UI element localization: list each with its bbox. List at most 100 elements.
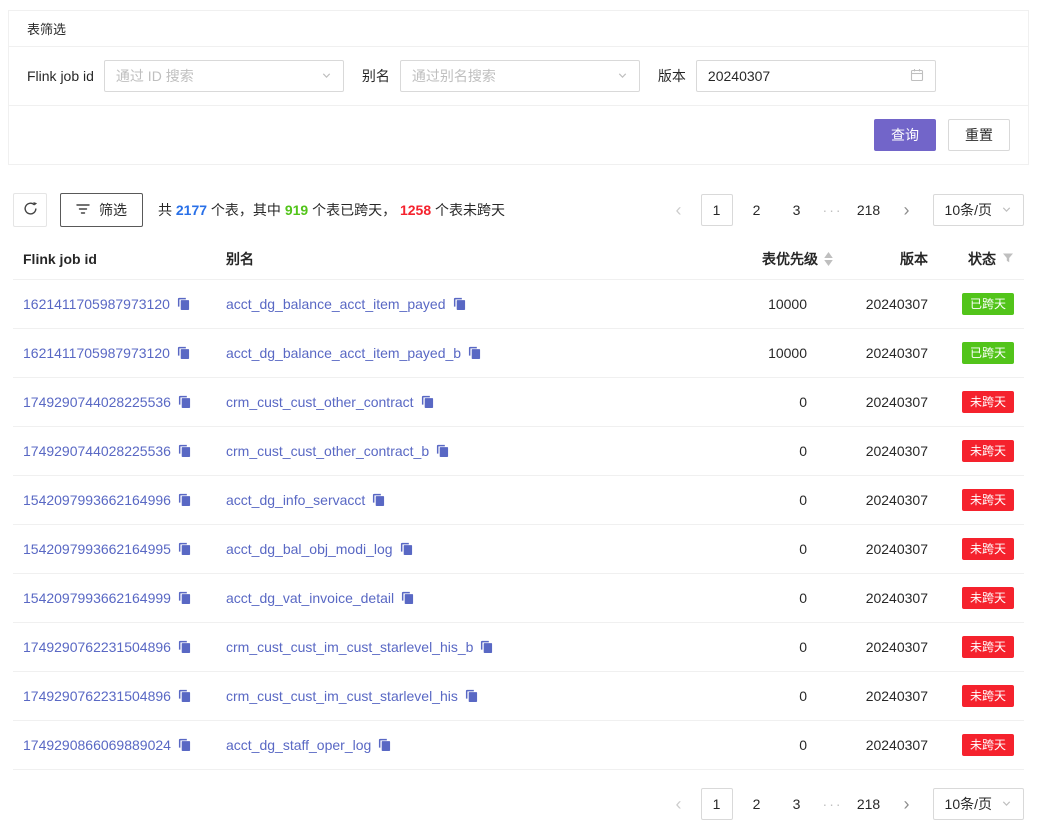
alias-link[interactable]: crm_cust_cust_im_cust_starlevel_his	[226, 688, 458, 704]
page: 表筛选 Flink job id 通过 ID 搜索 别名 通过别名搜索	[0, 0, 1037, 820]
copy-job-id-icon[interactable]	[178, 395, 191, 411]
copy-job-id-icon[interactable]	[178, 444, 191, 460]
page-button-218[interactable]: 218	[853, 194, 885, 226]
filter-button[interactable]: 筛选	[60, 193, 143, 227]
priority-cell: 0	[716, 721, 841, 770]
results-table: Flink job id 别名 表优先级 版本	[13, 239, 1024, 770]
next-page-button[interactable]: ›	[893, 194, 921, 226]
priority-cell: 0	[716, 476, 841, 525]
alias-link[interactable]: crm_cust_cust_other_contract_b	[226, 443, 429, 459]
copy-alias-icon[interactable]	[421, 395, 434, 411]
copy-alias-icon[interactable]	[465, 689, 478, 705]
table-row: 1621411705987973120 acct_dg_balance_acct…	[13, 280, 1024, 329]
summary-mid2: 个表已跨天，	[308, 202, 400, 218]
job-id-select[interactable]: 通过 ID 搜索	[104, 60, 344, 92]
column-header-priority[interactable]: 表优先级	[716, 239, 841, 280]
copy-job-id-icon[interactable]	[178, 493, 191, 509]
alias-select[interactable]: 通过别名搜索	[400, 60, 640, 92]
job-id-link[interactable]: 1542097993662164996	[23, 492, 171, 508]
column-header-status[interactable]: 状态	[936, 239, 1024, 280]
job-id-link[interactable]: 1749290866069889024	[23, 737, 171, 753]
alias-label: 别名	[362, 66, 390, 86]
copy-alias-icon[interactable]	[436, 444, 449, 460]
next-page-button[interactable]: ›	[893, 788, 921, 820]
filter-actions-row: 查询 重置	[9, 106, 1028, 164]
page-size-select[interactable]: 10条/页	[933, 788, 1024, 820]
job-id-link[interactable]: 1542097993662164995	[23, 541, 171, 557]
job-id-link[interactable]: 1749290744028225536	[23, 443, 171, 459]
table-wrap: Flink job id 别名 表优先级 版本	[13, 239, 1024, 770]
job-id-link[interactable]: 1542097993662164999	[23, 590, 171, 606]
copy-job-id-icon[interactable]	[178, 640, 191, 656]
chevron-down-icon	[617, 68, 628, 84]
copy-alias-icon[interactable]	[480, 640, 493, 656]
page-button-2[interactable]: 2	[741, 788, 773, 820]
column-header-alias-label: 别名	[226, 251, 254, 267]
status-cell: 未跨天	[936, 378, 1024, 427]
status-cell: 已跨天	[936, 329, 1024, 378]
prev-page-button[interactable]: ‹	[665, 788, 693, 820]
alias-link[interactable]: acct_dg_info_servacct	[226, 492, 365, 508]
priority-cell: 0	[716, 525, 841, 574]
status-badge: 未跨天	[962, 636, 1014, 658]
copy-alias-icon[interactable]	[372, 493, 385, 509]
summary-prefix: 共	[158, 202, 176, 218]
copy-job-id-icon[interactable]	[177, 297, 190, 313]
copy-alias-icon[interactable]	[401, 591, 414, 607]
job-id-link[interactable]: 1749290762231504896	[23, 688, 171, 704]
page-button-1[interactable]: 1	[701, 788, 733, 820]
page-button-3[interactable]: 3	[781, 788, 813, 820]
alias-link[interactable]: acct_dg_balance_acct_item_payed_b	[226, 345, 461, 361]
funnel-filter-icon[interactable]	[1002, 251, 1014, 267]
alias-link[interactable]: crm_cust_cust_other_contract	[226, 394, 414, 410]
version-field: 版本 20240307	[658, 60, 936, 92]
reset-button[interactable]: 重置	[948, 119, 1010, 151]
prev-page-button[interactable]: ‹	[665, 194, 693, 226]
copy-job-id-icon[interactable]	[178, 542, 191, 558]
page-button-218[interactable]: 218	[853, 788, 885, 820]
pagination-ellipsis[interactable]: ···	[821, 202, 845, 218]
copy-job-id-icon[interactable]	[178, 689, 191, 705]
status-cell: 未跨天	[936, 721, 1024, 770]
sort-icon[interactable]	[824, 252, 833, 266]
page-button-2[interactable]: 2	[741, 194, 773, 226]
page-size-select[interactable]: 10条/页	[933, 194, 1024, 226]
status-badge: 未跨天	[962, 587, 1014, 609]
status-badge: 未跨天	[962, 538, 1014, 560]
alias-link[interactable]: acct_dg_staff_oper_log	[226, 737, 371, 753]
total-count: 2177	[176, 202, 207, 218]
alias-cell: acct_dg_balance_acct_item_payed	[218, 280, 716, 329]
alias-link[interactable]: acct_dg_bal_obj_modi_log	[226, 541, 393, 557]
status-badge: 未跨天	[962, 489, 1014, 511]
copy-alias-icon[interactable]	[378, 738, 391, 754]
version-cell: 20240307	[841, 623, 936, 672]
copy-alias-icon[interactable]	[400, 542, 413, 558]
job-id-cell: 1542097993662164995	[13, 525, 218, 574]
page-button-1[interactable]: 1	[701, 194, 733, 226]
job-id-link[interactable]: 1749290762231504896	[23, 639, 171, 655]
status-cell: 未跨天	[936, 672, 1024, 721]
summary-mid1: 个表，其中	[207, 202, 285, 218]
alias-link[interactable]: crm_cust_cust_im_cust_starlevel_his_b	[226, 639, 473, 655]
pagination-ellipsis[interactable]: ···	[821, 796, 845, 812]
copy-job-id-icon[interactable]	[178, 591, 191, 607]
copy-job-id-icon[interactable]	[178, 738, 191, 754]
query-button[interactable]: 查询	[874, 119, 936, 151]
version-cell: 20240307	[841, 525, 936, 574]
table-row: 1621411705987973120 acct_dg_balance_acct…	[13, 329, 1024, 378]
copy-alias-icon[interactable]	[453, 297, 466, 313]
alias-link[interactable]: acct_dg_balance_acct_item_payed	[226, 296, 446, 312]
alias-link[interactable]: acct_dg_vat_invoice_detail	[226, 590, 394, 606]
job-id-link[interactable]: 1621411705987973120	[23, 296, 170, 312]
column-header-priority-label: 表优先级	[762, 249, 818, 269]
chevron-down-icon	[1001, 796, 1012, 812]
refresh-button[interactable]	[13, 193, 47, 227]
job-id-link[interactable]: 1749290744028225536	[23, 394, 171, 410]
job-id-cell: 1621411705987973120	[13, 329, 218, 378]
alias-cell: acct_dg_bal_obj_modi_log	[218, 525, 716, 574]
version-date-input[interactable]: 20240307	[696, 60, 936, 92]
copy-alias-icon[interactable]	[468, 346, 481, 362]
page-button-3[interactable]: 3	[781, 194, 813, 226]
copy-job-id-icon[interactable]	[177, 346, 190, 362]
job-id-link[interactable]: 1621411705987973120	[23, 345, 170, 361]
